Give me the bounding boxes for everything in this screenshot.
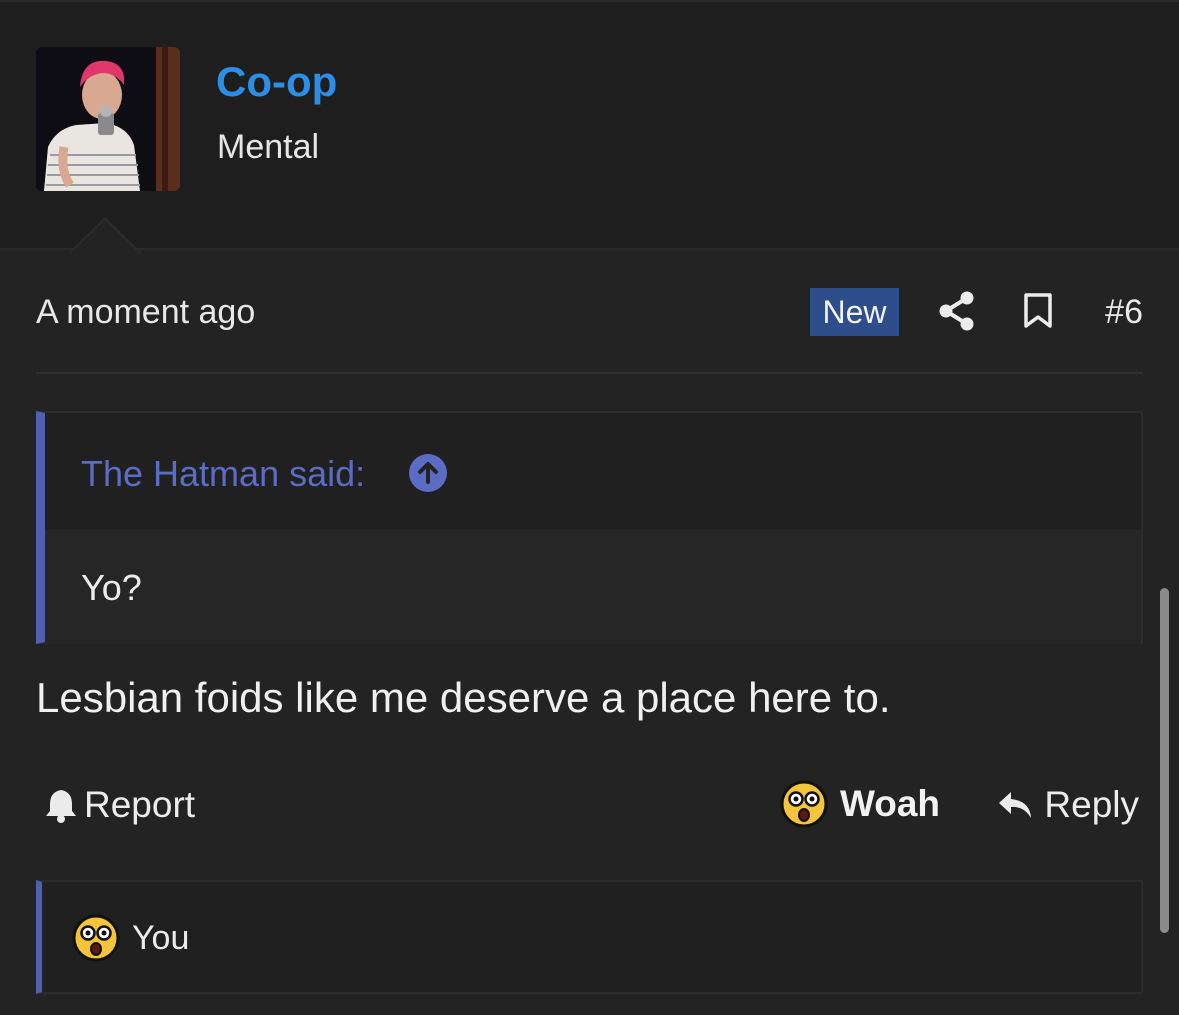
reply-arrow-icon	[999, 792, 1032, 818]
bell-icon	[46, 790, 76, 823]
report-button[interactable]: Report	[44, 784, 195, 826]
report-label: Report	[84, 784, 196, 825]
quote-block: The Hatman said: Yo?	[36, 411, 1143, 644]
divider	[36, 372, 1143, 374]
bookmark-icon[interactable]	[1023, 293, 1053, 329]
post-container: Co-op Mental A moment ago New #6 The Hat…	[0, 0, 1179, 1015]
avatar-image	[36, 47, 180, 191]
quote-header: The Hatman said:	[45, 413, 1141, 529]
avatar[interactable]	[36, 47, 180, 191]
reply-label: Reply	[1044, 784, 1139, 825]
quote-text: Yo?	[81, 567, 142, 608]
reaction-button[interactable]: Woah	[780, 780, 940, 828]
post-timestamp[interactable]: A moment ago	[36, 293, 255, 332]
quote-body: Yo?	[45, 529, 1141, 644]
reaction-label: Woah	[840, 783, 941, 824]
scrollbar[interactable]	[1160, 588, 1169, 933]
author-username[interactable]: Co-op	[216, 58, 337, 106]
new-badge: New	[810, 288, 899, 336]
user-title: Mental	[217, 128, 320, 166]
user-block: Co-op Mental	[0, 0, 1179, 254]
reactors-list[interactable]: You	[132, 919, 189, 958]
post-actions: Report Woah Reply	[36, 778, 1143, 838]
share-icon[interactable]	[938, 291, 976, 331]
arrow-up-circle-icon[interactable]	[409, 454, 447, 492]
astonished-face-icon	[72, 914, 120, 962]
reply-button[interactable]: Reply	[996, 784, 1139, 826]
astonished-face-icon	[780, 780, 828, 828]
quote-author[interactable]: The Hatman said:	[81, 453, 365, 495]
post-number[interactable]: #6	[1105, 293, 1143, 332]
message-pointer	[70, 220, 140, 254]
post-message: Lesbian foids like me deserve a place he…	[36, 674, 891, 721]
post-meta-row: A moment ago New #6	[36, 285, 1143, 339]
reactions-bar[interactable]: You	[36, 880, 1143, 994]
reactions-summary: You	[72, 914, 189, 962]
